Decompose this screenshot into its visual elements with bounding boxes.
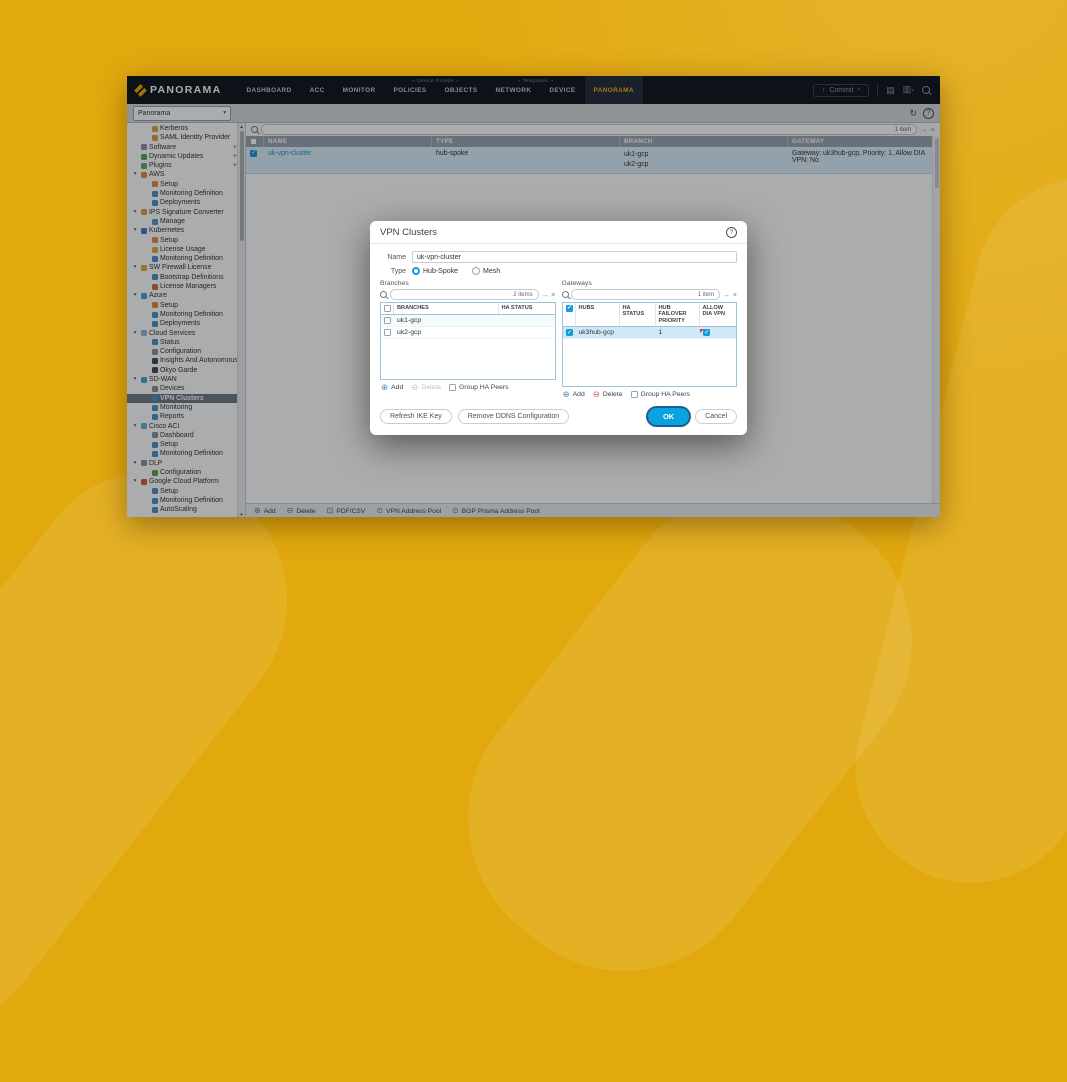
branches-table-header: BRANCHES HA STATUS bbox=[381, 303, 555, 315]
branches-search-input[interactable]: 2 items bbox=[390, 289, 539, 300]
gateways-table-header: HUBS HA STATUS HUB FAILOVER PRIORITY ALL… bbox=[563, 303, 737, 327]
clear-filter-icon[interactable]: × bbox=[733, 291, 737, 299]
delete-button-disabled: ⊖ Delete bbox=[411, 383, 441, 392]
branch-name-cell: uk2-gcp bbox=[394, 329, 499, 336]
help-icon[interactable]: ? bbox=[726, 227, 737, 238]
radio-icon[interactable] bbox=[472, 267, 480, 275]
apply-filter-icon[interactable]: → bbox=[723, 291, 731, 299]
ok-button[interactable]: OK bbox=[648, 408, 689, 425]
dialog-header: VPN Clusters ? bbox=[370, 221, 747, 244]
name-field[interactable] bbox=[412, 251, 737, 263]
add-icon: ⊕ bbox=[563, 390, 570, 399]
name-label: Name bbox=[380, 254, 406, 261]
select-all-checkbox[interactable] bbox=[384, 305, 391, 312]
radio-icon[interactable] bbox=[412, 267, 420, 275]
gateways-label: Gateways bbox=[562, 280, 738, 287]
branches-count: 2 items bbox=[513, 292, 532, 298]
row-checkbox[interactable] bbox=[384, 317, 391, 324]
cancel-button[interactable]: Cancel bbox=[695, 409, 737, 424]
panorama-window: PANORAMA DASHBOARDACCMONITOR Device Grou… bbox=[127, 76, 940, 517]
gateways-panel: Gateways 1 item → × HUBS HA STATUS bbox=[562, 279, 738, 399]
remove-ddns-button[interactable]: Remove DDNS Configuration bbox=[458, 409, 569, 424]
delete-button[interactable]: ⊖ Delete bbox=[593, 390, 623, 399]
gateway-row[interactable]: uk3hub-gcp 1 bbox=[563, 327, 737, 339]
checkbox-icon[interactable] bbox=[631, 391, 638, 398]
row-checkbox[interactable] bbox=[566, 329, 573, 336]
delete-icon: ⊖ bbox=[593, 390, 600, 399]
type-radio[interactable]: Mesh bbox=[472, 267, 500, 275]
vpn-clusters-dialog: VPN Clusters ? Name Type Hub-Spoke bbox=[370, 221, 747, 435]
hub-name-cell: uk3hub-gcp bbox=[576, 329, 620, 336]
row-checkbox[interactable] bbox=[384, 329, 391, 336]
branches-panel: Branches 2 items → × BRANCHES HA S bbox=[380, 279, 556, 399]
add-button[interactable]: ⊕ Add bbox=[381, 383, 403, 392]
branch-row[interactable]: uk2-gcp bbox=[381, 327, 555, 339]
clear-filter-icon[interactable]: × bbox=[551, 291, 555, 299]
group-ha-peers-checkbox[interactable]: Group HA Peers bbox=[631, 391, 691, 398]
group-ha-peers-checkbox[interactable]: Group HA Peers bbox=[449, 384, 509, 391]
priority-cell: 1 bbox=[656, 329, 700, 336]
type-radio[interactable]: Hub-Spoke bbox=[412, 267, 458, 275]
search-icon bbox=[562, 291, 569, 298]
dialog-title: VPN Clusters bbox=[380, 227, 437, 238]
checkbox-icon[interactable] bbox=[449, 384, 456, 391]
allow-dia-vpn-cell bbox=[700, 329, 737, 336]
branches-label: Branches bbox=[380, 280, 556, 287]
branch-name-cell: uk1-gcp bbox=[394, 317, 499, 324]
dialog-footer: Refresh IKE Key Remove DDNS Configuratio… bbox=[370, 399, 747, 435]
gateways-search-input[interactable]: 1 item bbox=[571, 289, 720, 300]
select-all-checkbox[interactable] bbox=[566, 305, 573, 312]
delete-icon: ⊖ bbox=[411, 383, 418, 392]
type-label: Type bbox=[380, 268, 406, 275]
branches-table-body: uk1-gcp uk2-gcp bbox=[381, 315, 555, 379]
add-icon: ⊕ bbox=[381, 383, 388, 392]
search-icon bbox=[380, 291, 387, 298]
gateways-footer: ⊕ Add ⊖ Delete Group HA Peers bbox=[562, 387, 738, 399]
branch-row[interactable]: uk1-gcp bbox=[381, 315, 555, 327]
gateways-count: 1 item bbox=[698, 292, 714, 298]
allow-dia-checkbox[interactable] bbox=[703, 329, 710, 336]
branches-footer: ⊕ Add ⊖ Delete Group HA Peers bbox=[380, 380, 556, 392]
gateways-table-body: uk3hub-gcp 1 bbox=[563, 327, 737, 386]
add-button[interactable]: ⊕ Add bbox=[563, 390, 585, 399]
refresh-ike-key-button[interactable]: Refresh IKE Key bbox=[380, 409, 452, 424]
apply-filter-icon[interactable]: → bbox=[541, 291, 549, 299]
